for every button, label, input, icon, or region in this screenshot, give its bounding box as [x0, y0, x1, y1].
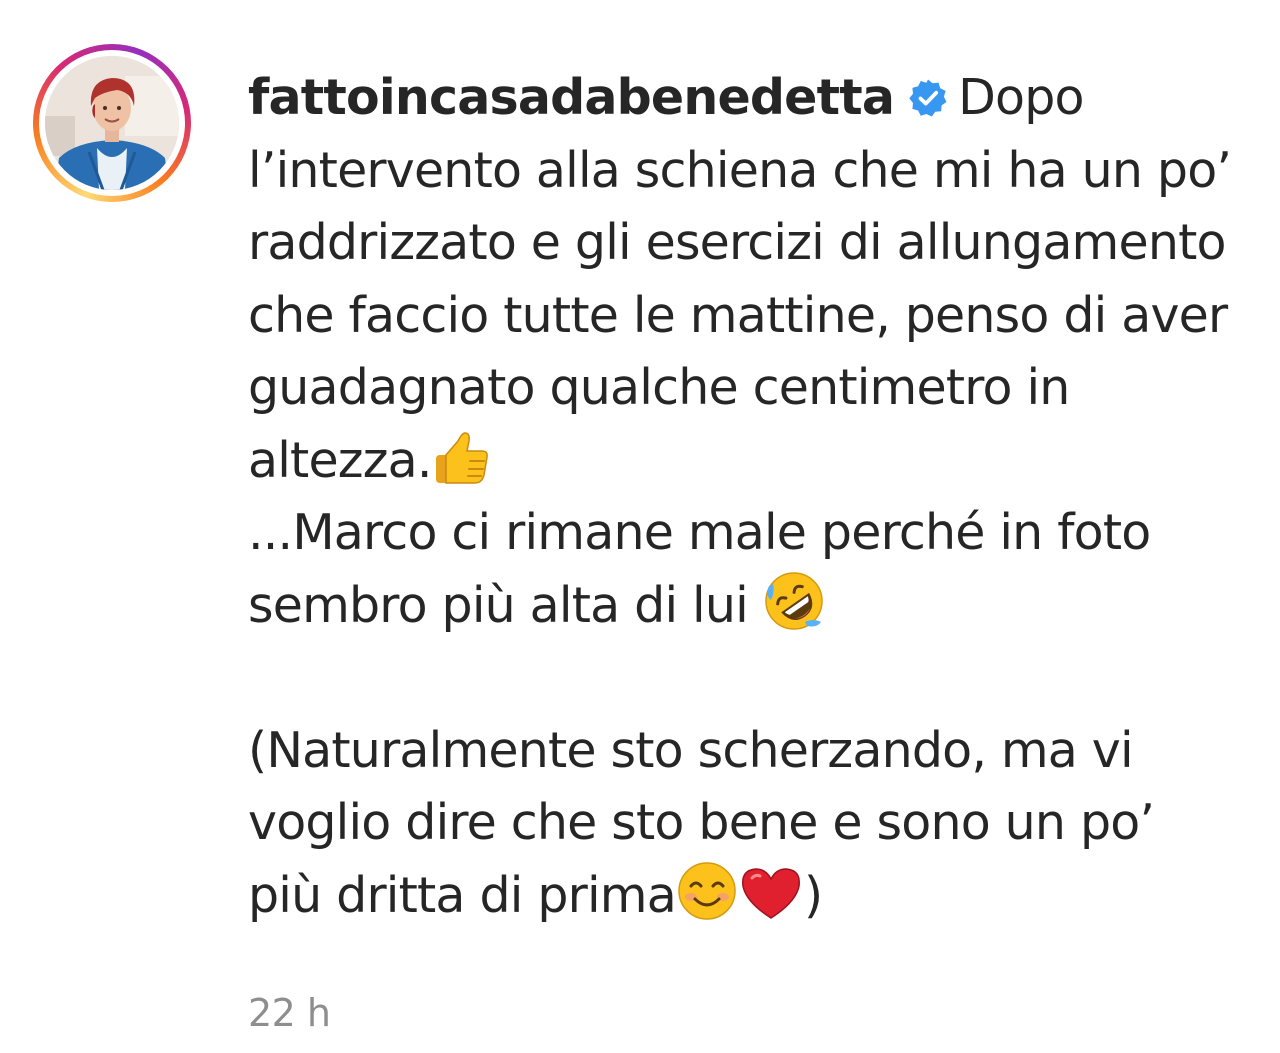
- caption-text: fattoincasadabenedetta Dopo l’intervento …: [248, 62, 1268, 932]
- caption-line-12: più dritta di prima: [248, 866, 677, 924]
- caption-line-3: raddrizzato e gli esercizi di allungamen…: [248, 214, 1226, 271]
- rolling-on-floor-laughing-icon: [763, 570, 825, 632]
- avatar[interactable]: [45, 56, 179, 190]
- thumbs-up-icon: [432, 429, 492, 487]
- post-timestamp[interactable]: 22 h: [248, 988, 331, 1038]
- smiling-face-icon: [676, 860, 738, 922]
- avatar-border: [39, 50, 185, 196]
- avatar-image: [45, 56, 179, 190]
- caption-line-5: guadagnato qualche centimetro in: [248, 359, 1070, 416]
- caption-line-8: sembro più alta di lui: [248, 576, 763, 634]
- post-caption: fattoincasadabenedetta Dopo l’intervento …: [0, 0, 1280, 1053]
- caption-line-6: altezza.: [248, 431, 432, 489]
- username-link[interactable]: fattoincasadabenedetta: [248, 69, 895, 126]
- caption-line-1: Dopo: [958, 69, 1084, 126]
- caption-line-2: l’intervento alla schiena che mi ha un p…: [248, 141, 1232, 199]
- caption-closing-paren: ): [803, 866, 823, 924]
- story-ring[interactable]: [33, 44, 191, 202]
- caption-line-10: (Naturalmente sto scherzando, ma vi: [248, 721, 1134, 779]
- caption-line-7: ...Marco ci rimane male perché in foto: [248, 504, 1151, 561]
- caption-line-11: voglio dire che sto bene e sono un po’: [248, 794, 1155, 851]
- red-heart-icon: [738, 864, 804, 922]
- verified-badge-icon: [908, 78, 948, 118]
- caption-line-4: che faccio tutte le mattine, penso di av…: [248, 286, 1228, 344]
